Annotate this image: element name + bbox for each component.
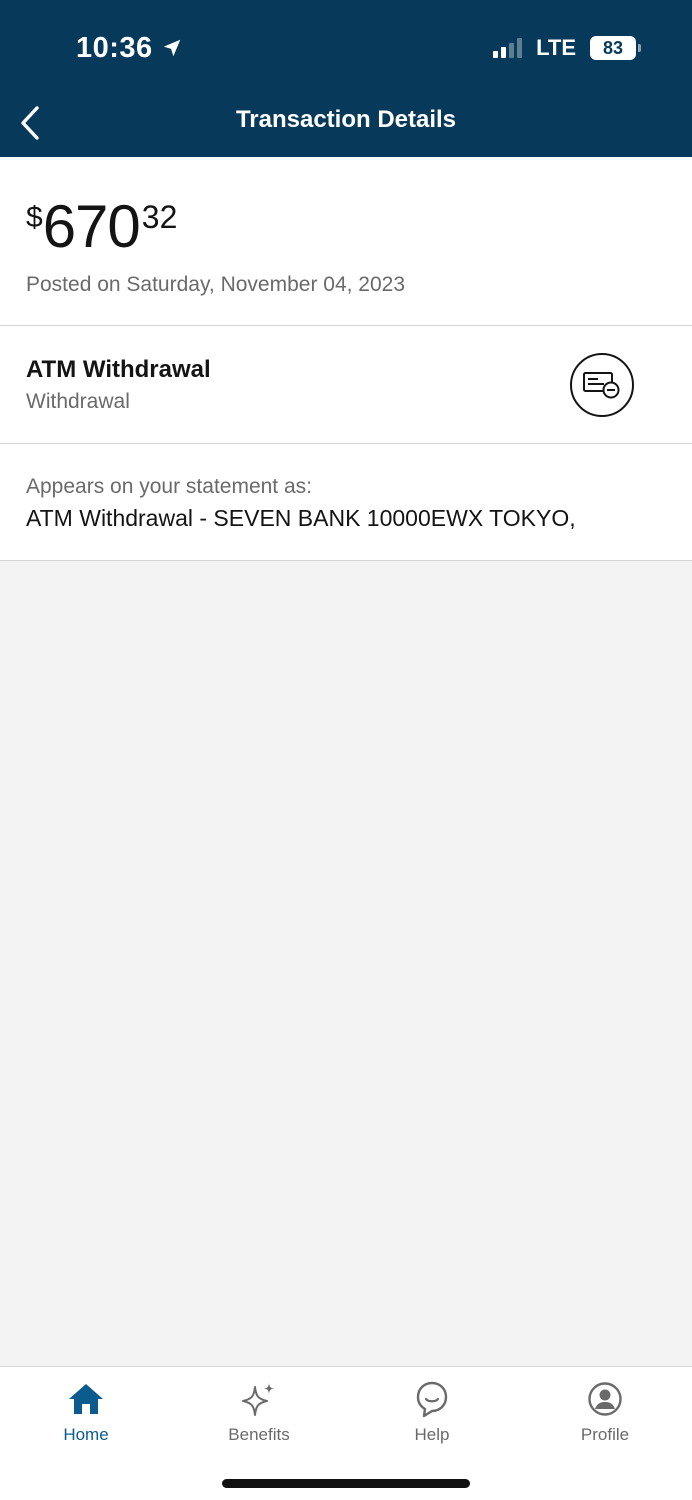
tab-home-label: Home (63, 1425, 109, 1444)
page-title: Transaction Details (235, 106, 457, 133)
profile-icon (588, 1382, 622, 1416)
check-withdrawal-icon (570, 353, 634, 417)
statement-label: Appears on your statement as: (26, 475, 312, 498)
tab-help-label: Help (414, 1425, 450, 1444)
amount-card: $ 670 32 Posted on Saturday, November 04… (0, 157, 692, 326)
transaction-type-card: ATM Withdrawal Withdrawal (0, 326, 692, 444)
status-indicators: LTE 83 (493, 30, 641, 66)
transaction-details-screen: 10:36 LTE 83 Transaction Details $ 670 3… (0, 0, 692, 1500)
battery-level: 83 (602, 37, 624, 58)
tab-profile-label: Profile (580, 1425, 630, 1444)
tab-profile[interactable]: Profile (545, 1379, 665, 1449)
currency-symbol: $ (26, 201, 43, 234)
status-time-text: 10:36 (76, 31, 153, 64)
tab-benefits[interactable]: Benefits (199, 1379, 319, 1449)
sparkle-icon (242, 1383, 274, 1416)
amount-cents: 32 (141, 199, 178, 235)
tab-benefits-label: Benefits (228, 1425, 290, 1444)
transaction-title: ATM Withdrawal (26, 356, 211, 383)
app-header: 10:36 LTE 83 Transaction Details (0, 0, 692, 157)
signal-strength-icon (493, 38, 523, 58)
transaction-category: Withdrawal (26, 390, 130, 413)
transaction-amount: $ 670 32 (26, 197, 177, 257)
tab-help[interactable]: Help (372, 1379, 492, 1449)
posted-date: Posted on Saturday, November 04, 2023 (26, 273, 406, 296)
network-type: LTE (536, 35, 576, 60)
tab-home[interactable]: Home (26, 1379, 146, 1449)
home-icon (69, 1384, 103, 1414)
chat-bubble-icon (416, 1381, 448, 1418)
home-indicator[interactable] (222, 1479, 470, 1488)
statement-description: ATM Withdrawal - SEVEN BANK 10000EWX TOK… (26, 505, 576, 531)
location-arrow-icon (163, 39, 180, 57)
battery-icon: 83 (590, 36, 641, 60)
bottom-tab-bar: Home Benefits Help Profile (0, 1366, 692, 1500)
status-time: 10:36 (76, 28, 183, 68)
statement-description-card: Appears on your statement as: ATM Withdr… (0, 444, 692, 561)
amount-whole: 670 (42, 193, 141, 260)
